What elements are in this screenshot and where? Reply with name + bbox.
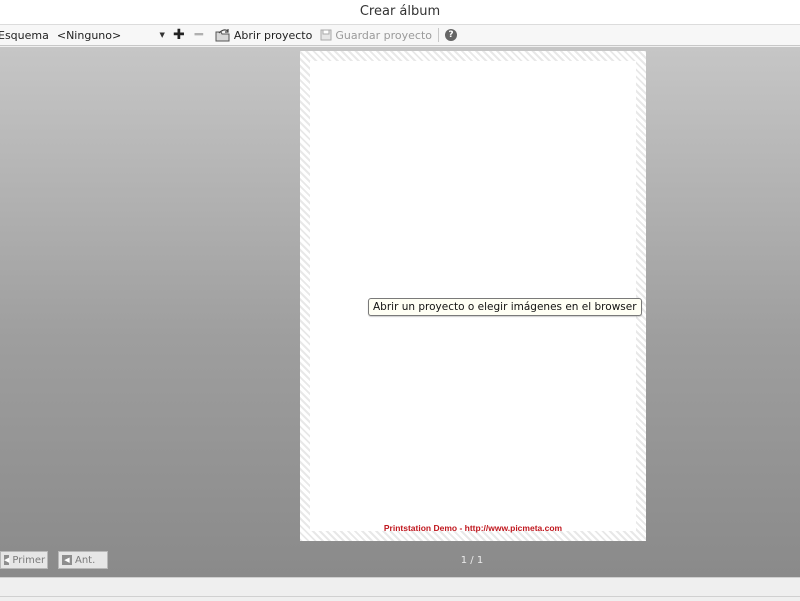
add-scheme-button[interactable]: ✚ (171, 27, 187, 43)
open-project-label: Abrir proyecto (233, 28, 313, 42)
scheme-label: Esquema (0, 28, 49, 42)
scheme-dropdown[interactable]: <Ninguno> ▼ (55, 27, 167, 43)
album-workspace: Abrir un proyecto o elegir imágenes en e… (0, 47, 800, 577)
first-page-button[interactable]: ◀ Primer (0, 551, 48, 569)
minus-icon: ━ (194, 27, 204, 43)
demo-watermark: Printstation Demo - http://www.picmeta.c… (383, 523, 563, 533)
first-page-label: Primer (12, 554, 46, 566)
scheme-value: <Ninguno> (56, 28, 122, 42)
previous-page-label: Ant. (75, 554, 96, 566)
open-project-prompt: Abrir un proyecto o elegir imágenes en e… (368, 298, 642, 316)
page-counter: 1 / 1 (460, 555, 484, 566)
dropdown-arrow-icon: ▼ (159, 31, 165, 39)
open-project-button[interactable]: Abrir proyecto (215, 28, 312, 42)
help-icon[interactable]: ? (445, 29, 457, 41)
first-page-icon: ◀ (4, 555, 10, 565)
toolbar-separator (438, 28, 439, 42)
window-title: Crear álbum (0, 0, 800, 25)
save-project-button[interactable]: Guardar proyecto (320, 29, 432, 42)
album-page[interactable]: Abrir un proyecto o elegir imágenes en e… (300, 51, 646, 541)
page-content-area: Abrir un proyecto o elegir imágenes en e… (310, 61, 642, 533)
previous-page-button[interactable]: ◀ Ant. (58, 551, 108, 569)
previous-page-icon: ◀ (62, 555, 72, 565)
plus-icon: ✚ (172, 27, 185, 43)
status-divider (0, 596, 800, 597)
remove-scheme-button[interactable]: ━ (191, 27, 207, 43)
status-bar (0, 577, 800, 601)
save-icon (320, 29, 332, 41)
open-folder-icon (215, 29, 230, 42)
toolbar: Esquema <Ninguno> ▼ ✚ ━ Abrir proyecto G… (0, 25, 800, 46)
save-project-label: Guardar proyecto (335, 28, 432, 42)
